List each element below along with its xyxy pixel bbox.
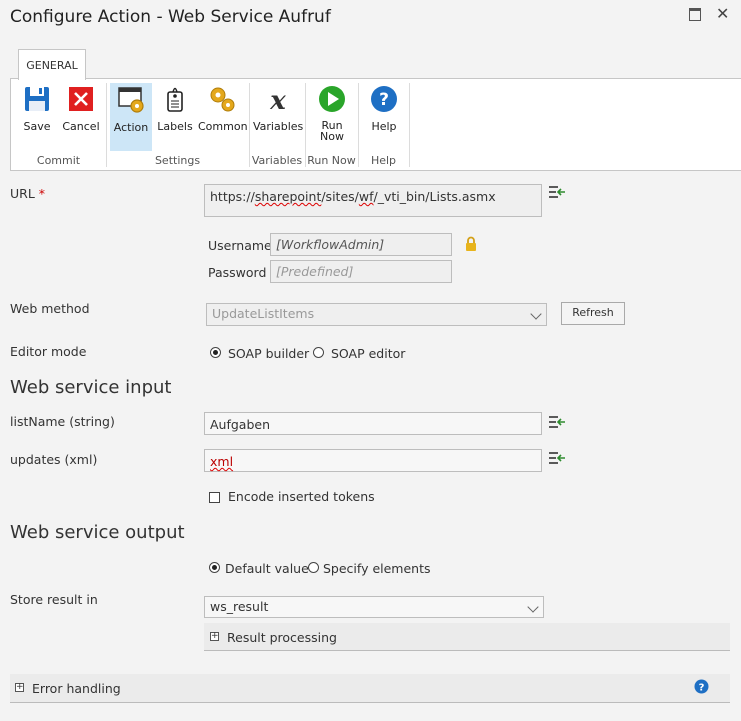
action-settings-icon: [116, 85, 146, 115]
web-service-output-heading: Web service output: [10, 522, 185, 543]
run-now-button[interactable]: Run Now: [309, 84, 355, 142]
variables-label: Variables: [253, 120, 304, 133]
error-handling-label: Error handling: [32, 681, 121, 696]
expand-icon[interactable]: +: [210, 632, 219, 641]
group-settings: Settings: [154, 154, 201, 167]
web-method-label: Web method: [10, 301, 90, 316]
web-method-select[interactable]: UpdateListItems: [206, 303, 547, 326]
soap-editor-radio[interactable]: [313, 347, 324, 358]
save-button[interactable]: Save: [15, 84, 59, 133]
result-processing-label: Result processing: [227, 630, 337, 645]
help-label: Help: [371, 120, 397, 133]
help-icon: ?: [369, 84, 399, 114]
svg-text:?: ?: [699, 683, 705, 694]
specify-elements-label: Specify elements: [323, 561, 431, 576]
common-label: Common: [198, 120, 248, 133]
chevron-down-icon: [527, 601, 539, 613]
svg-text:?: ?: [379, 90, 389, 110]
group-help: Help: [370, 154, 397, 167]
save-icon: [22, 84, 52, 114]
default-value-label: Default value: [225, 561, 309, 576]
chevron-down-icon: [530, 308, 542, 320]
cancel-label: Cancel: [62, 120, 100, 133]
labels-label: Labels: [157, 120, 193, 133]
encode-tokens-label: Encode inserted tokens: [228, 489, 375, 504]
expand-icon[interactable]: +: [15, 683, 24, 692]
play-icon: [317, 84, 347, 114]
close-icon: [66, 84, 96, 114]
group-variables: Variables: [251, 154, 303, 167]
url-label: URL *: [10, 186, 46, 201]
encode-tokens-checkbox[interactable]: [209, 492, 220, 503]
action-label: Action: [113, 121, 149, 134]
store-result-select[interactable]: ws_result: [204, 596, 544, 618]
web-service-input-heading: Web service input: [10, 377, 172, 398]
list-name-field[interactable]: Aufgaben: [204, 412, 542, 435]
tag-icon: [160, 84, 190, 114]
maximize-icon[interactable]: [689, 8, 701, 21]
help-icon[interactable]: ?: [694, 679, 709, 697]
ribbon-separator: [409, 83, 410, 167]
default-value-radio[interactable]: [209, 562, 220, 573]
insert-reference-icon[interactable]: [549, 186, 565, 201]
lock-icon[interactable]: [465, 236, 477, 255]
dialog-title: Configure Action - Web Service Aufruf: [10, 7, 331, 27]
password-field[interactable]: [Predefined]: [270, 260, 452, 283]
refresh-button[interactable]: Refresh: [561, 302, 625, 325]
insert-reference-icon[interactable]: [549, 416, 565, 431]
list-name-label: listName (string): [10, 414, 115, 429]
editor-mode-label: Editor mode: [10, 344, 87, 359]
group-run-now: Run Now: [307, 154, 356, 167]
action-button[interactable]: Action: [110, 83, 152, 151]
soap-builder-label: SOAP builder: [228, 346, 310, 361]
username-label: Username: [208, 238, 272, 253]
help-button[interactable]: ? Help: [362, 84, 406, 133]
specify-elements-radio[interactable]: [308, 562, 319, 573]
ribbon: Save Cancel Action Labels Common x Varia…: [10, 78, 741, 171]
gears-icon: [207, 84, 237, 114]
common-button[interactable]: Common: [198, 84, 248, 133]
variable-x-icon: x: [263, 84, 293, 116]
url-field[interactable]: https://sharepoint/sites/wf/_vti_bin/Lis…: [204, 184, 542, 217]
save-label: Save: [23, 120, 51, 133]
tab-general[interactable]: GENERAL: [18, 49, 86, 80]
updates-field[interactable]: xml: [204, 449, 542, 472]
soap-editor-label: SOAP editor: [331, 346, 406, 361]
group-commit: Commit: [36, 154, 81, 167]
variables-button[interactable]: x Variables: [253, 84, 303, 133]
svg-text:x: x: [269, 86, 286, 114]
store-result-label: Store result in: [10, 592, 98, 607]
close-icon[interactable]: ✕: [716, 4, 729, 23]
username-field[interactable]: [WorkflowAdmin]: [270, 233, 452, 256]
password-label: Password: [208, 265, 267, 280]
soap-builder-radio[interactable]: [210, 347, 221, 358]
insert-reference-icon[interactable]: [549, 452, 565, 467]
labels-button[interactable]: Labels: [154, 84, 196, 133]
run-now-label-2: Now: [320, 130, 344, 143]
cancel-button[interactable]: Cancel: [61, 84, 101, 133]
updates-label: updates (xml): [10, 452, 98, 467]
